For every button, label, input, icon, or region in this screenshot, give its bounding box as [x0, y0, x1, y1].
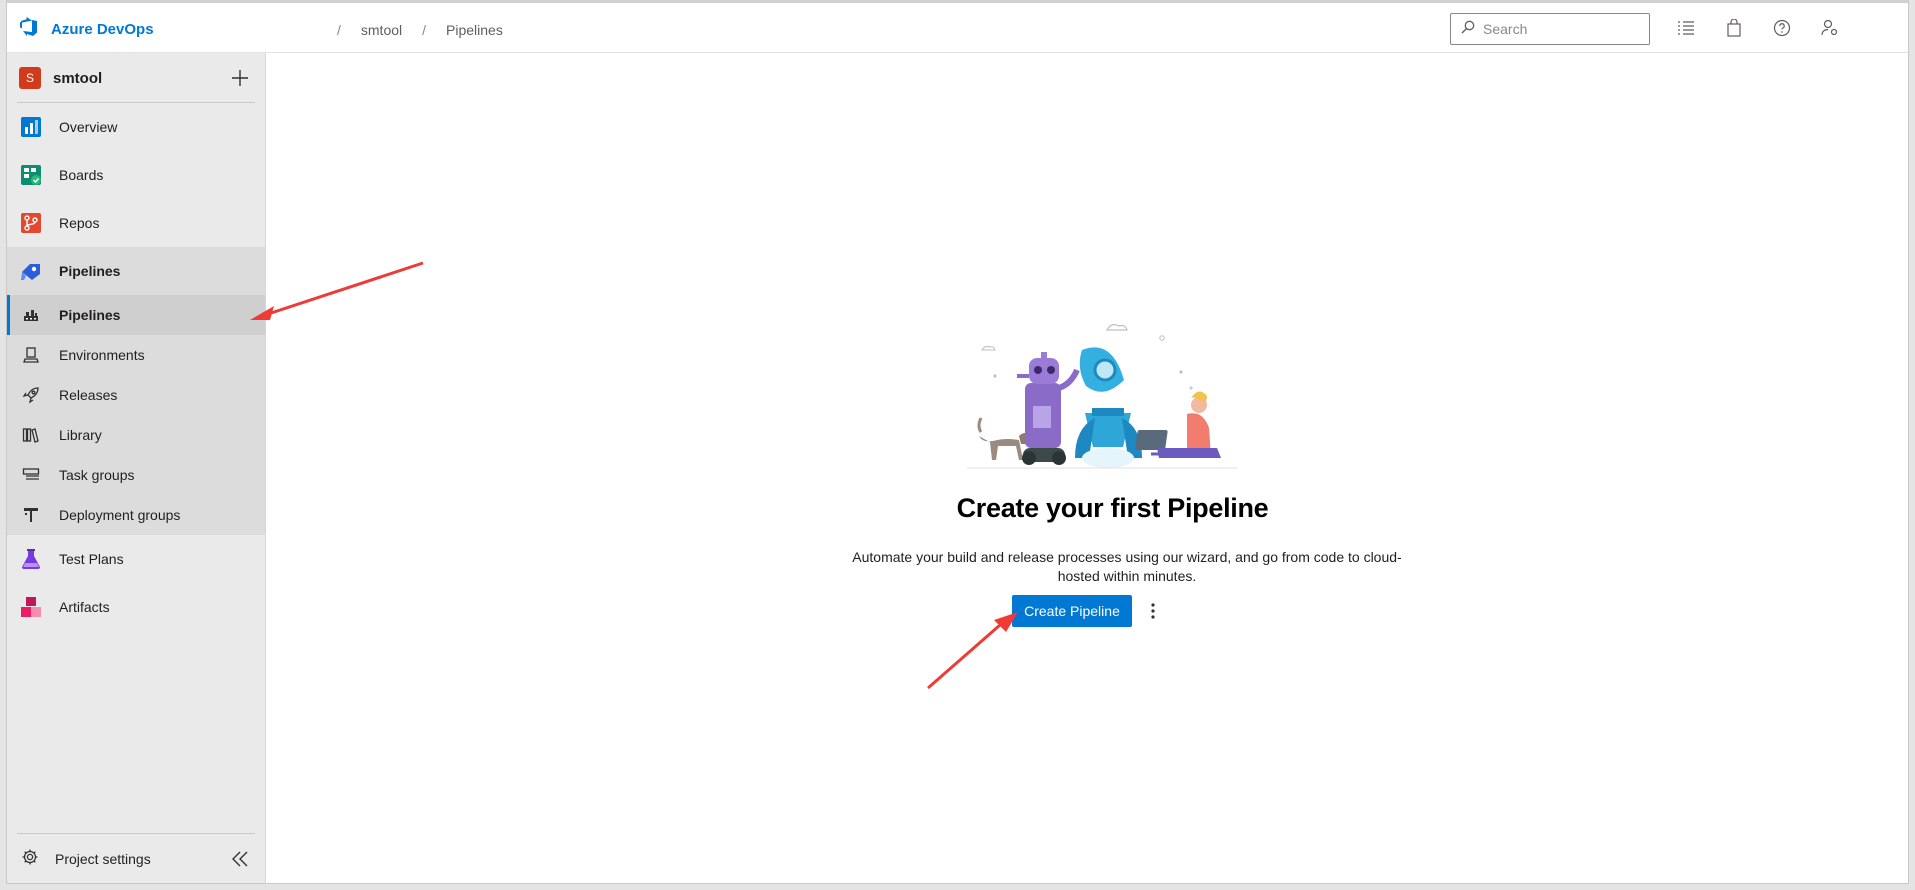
deployment-groups-icon: [21, 505, 41, 525]
collapse-sidebar-icon[interactable]: [229, 848, 251, 870]
pipelines-sub-icon: [21, 305, 41, 325]
search-input[interactable]: [1483, 21, 1633, 37]
sidebar-subitem-deployment-groups[interactable]: Deployment groups: [7, 495, 265, 535]
sidebar-subitem-environments[interactable]: Environments: [7, 335, 265, 375]
artifacts-icon: [19, 595, 43, 619]
task-groups-icon: [21, 465, 41, 485]
sidebar-item-overview[interactable]: Overview: [7, 103, 265, 151]
sidebar-subitem-label: Environments: [59, 347, 145, 363]
shopping-bag-icon[interactable]: [1723, 17, 1745, 39]
breadcrumb-separator: /: [422, 22, 427, 38]
list-icon[interactable]: [1675, 17, 1697, 39]
library-icon: [21, 425, 41, 445]
overview-icon: [19, 115, 43, 139]
top-icons: [1675, 17, 1841, 39]
breadcrumb-separator: /: [337, 22, 341, 38]
sidebar-subitem-label: Library: [59, 427, 102, 443]
sidebar-subitem-label: Deployment groups: [59, 507, 181, 523]
pipelines-icon: [19, 259, 43, 283]
help-icon[interactable]: [1771, 17, 1793, 39]
sidebar-subitem-label: Releases: [59, 387, 118, 403]
repos-icon: [19, 211, 43, 235]
sidebar-item-label: Overview: [59, 119, 118, 135]
brand[interactable]: Azure DevOps: [19, 17, 154, 42]
user-settings-icon[interactable]: [1819, 17, 1841, 39]
sidebar-item-label: Artifacts: [59, 599, 110, 615]
sidebar-item-label: Boards: [59, 167, 104, 183]
releases-icon: [21, 385, 41, 405]
sidebar-item-artifacts[interactable]: Artifacts: [7, 583, 265, 631]
main-content: Create your first Pipeline Automate your…: [267, 53, 1908, 883]
pipeline-illustration: [967, 324, 1237, 469]
project-settings-row: Project settings: [17, 833, 255, 883]
sidebar-item-label: Test Plans: [59, 551, 124, 567]
sidebar-item-label: Pipelines: [59, 263, 121, 279]
azure-devops-logo-icon: [19, 17, 39, 42]
add-icon[interactable]: [229, 67, 251, 89]
breadcrumb: / smtool / Pipelines: [337, 22, 503, 38]
project-settings-link[interactable]: Project settings: [55, 851, 151, 867]
project-header[interactable]: S smtool: [7, 53, 265, 103]
environments-icon: [21, 345, 41, 365]
empty-state-description: Automate your build and release processe…: [852, 549, 1402, 584]
search-icon: [1461, 20, 1475, 39]
sidebar-subitem-releases[interactable]: Releases: [7, 375, 265, 415]
breadcrumb-project[interactable]: smtool: [361, 22, 402, 38]
search-box[interactable]: [1450, 13, 1650, 45]
top-bar: Azure DevOps / smtool / Pipelines: [7, 3, 1908, 53]
browser-window: Azure DevOps / smtool / Pipelines Search…: [6, 0, 1909, 884]
test-plans-icon: [19, 547, 43, 571]
breadcrumb-pipelines[interactable]: Pipelines: [446, 22, 503, 38]
sidebar: S smtool Overview Boards Repos Pipelines…: [7, 53, 266, 883]
pipelines-group: Pipelines Pipelines Environments Release…: [7, 247, 265, 535]
app-title: Azure DevOps: [51, 21, 154, 38]
sidebar-subitem-library[interactable]: Library: [7, 415, 265, 455]
boards-icon: [19, 163, 43, 187]
more-options-icon[interactable]: [1143, 598, 1163, 624]
project-name: smtool: [53, 69, 103, 87]
create-pipeline-button[interactable]: Create Pipeline: [1012, 595, 1132, 627]
sidebar-item-pipelines[interactable]: Pipelines: [7, 247, 265, 295]
sidebar-subitem-task-groups[interactable]: Task groups: [7, 455, 265, 495]
sidebar-item-boards[interactable]: Boards: [7, 151, 265, 199]
sidebar-subitem-pipelines[interactable]: Pipelines: [7, 295, 265, 335]
gear-icon[interactable]: [21, 848, 39, 869]
project-avatar: S: [19, 67, 41, 89]
sidebar-subitem-label: Task groups: [59, 467, 135, 483]
sidebar-subitem-label: Pipelines: [59, 307, 121, 323]
sidebar-item-repos[interactable]: Repos: [7, 199, 265, 247]
sidebar-item-label: Repos: [59, 215, 100, 231]
sidebar-item-test-plans[interactable]: Test Plans: [7, 535, 265, 583]
empty-state-title: Create your first Pipeline: [956, 493, 1269, 523]
